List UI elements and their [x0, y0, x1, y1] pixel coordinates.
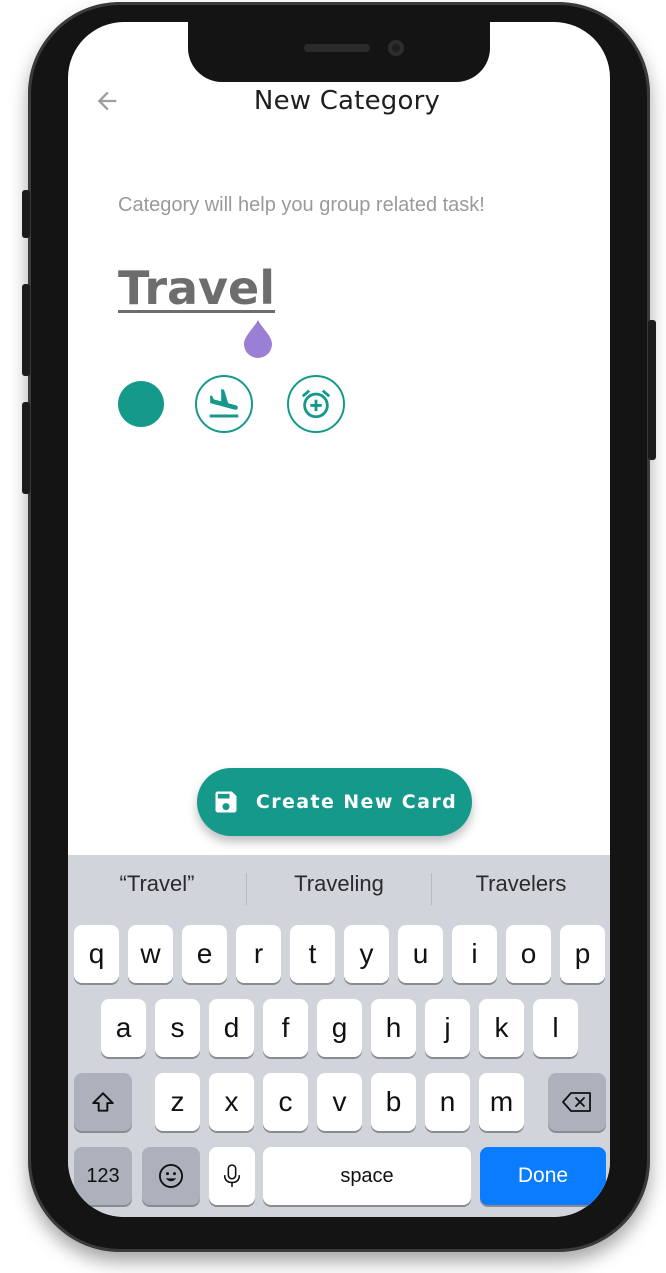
key-d[interactable]: d: [209, 999, 254, 1057]
create-new-card-button[interactable]: Create New Card: [197, 768, 472, 836]
numbers-key[interactable]: 123: [74, 1147, 132, 1205]
key-y[interactable]: y: [344, 925, 389, 983]
key-l[interactable]: l: [533, 999, 578, 1057]
key-i[interactable]: i: [452, 925, 497, 983]
category-name-input[interactable]: [118, 258, 518, 318]
key-a[interactable]: a: [101, 999, 146, 1057]
flight-icon-option[interactable]: [195, 375, 253, 433]
suggestion-bar: “Travel” Traveling Travelers: [68, 855, 610, 923]
back-button[interactable]: [92, 86, 122, 116]
key-m[interactable]: m: [479, 1073, 524, 1131]
power-button: [648, 320, 656, 460]
suggestion-1[interactable]: “Travel”: [68, 871, 246, 897]
text-cursor-handle[interactable]: [242, 318, 274, 358]
key-x[interactable]: x: [209, 1073, 254, 1131]
done-key[interactable]: Done: [480, 1147, 606, 1205]
dictation-key[interactable]: [209, 1147, 255, 1205]
front-camera: [388, 40, 404, 56]
key-r[interactable]: r: [236, 925, 281, 983]
create-new-card-label: Create New Card: [255, 791, 458, 813]
mute-switch: [22, 190, 30, 238]
emoji-icon: [158, 1163, 184, 1189]
key-z[interactable]: z: [155, 1073, 200, 1131]
emoji-key[interactable]: [142, 1147, 200, 1205]
onscreen-keyboard: “Travel” Traveling Travelers q w e r t y…: [68, 855, 610, 1217]
key-b[interactable]: b: [371, 1073, 416, 1131]
flight-land-icon: [209, 389, 239, 418]
backspace-icon: [562, 1092, 591, 1112]
key-s[interactable]: s: [155, 999, 200, 1057]
suggestion-2[interactable]: Traveling: [247, 871, 431, 897]
volume-up-button: [22, 284, 30, 376]
speaker-grille: [304, 44, 370, 52]
save-icon: [215, 791, 237, 813]
key-p[interactable]: p: [560, 925, 605, 983]
key-o[interactable]: o: [506, 925, 551, 983]
key-e[interactable]: e: [182, 925, 227, 983]
key-g[interactable]: g: [317, 999, 362, 1057]
key-u[interactable]: u: [398, 925, 443, 983]
key-c[interactable]: c: [263, 1073, 308, 1131]
key-k[interactable]: k: [479, 999, 524, 1057]
key-h[interactable]: h: [371, 999, 416, 1057]
back-arrow-icon: [97, 91, 117, 111]
shift-icon: [92, 1092, 114, 1112]
alarm-add-icon: [301, 389, 331, 419]
category-helper-text: Category will help you group related tas…: [118, 194, 485, 216]
key-j[interactable]: j: [425, 999, 470, 1057]
suggestion-3[interactable]: Travelers: [432, 871, 610, 897]
alarm-icon-option[interactable]: [287, 375, 345, 433]
space-key[interactable]: space: [263, 1147, 471, 1205]
key-w[interactable]: w: [128, 925, 173, 983]
key-q[interactable]: q: [74, 925, 119, 983]
key-t[interactable]: t: [290, 925, 335, 983]
notch: [188, 20, 490, 82]
backspace-key[interactable]: [548, 1073, 606, 1131]
color-picker-dot[interactable]: [118, 381, 164, 427]
key-v[interactable]: v: [317, 1073, 362, 1131]
shift-key[interactable]: [74, 1073, 132, 1131]
key-n[interactable]: n: [425, 1073, 470, 1131]
volume-down-button: [22, 402, 30, 494]
page-title: New Category: [253, 86, 441, 116]
mic-icon: [223, 1164, 241, 1187]
key-f[interactable]: f: [263, 999, 308, 1057]
